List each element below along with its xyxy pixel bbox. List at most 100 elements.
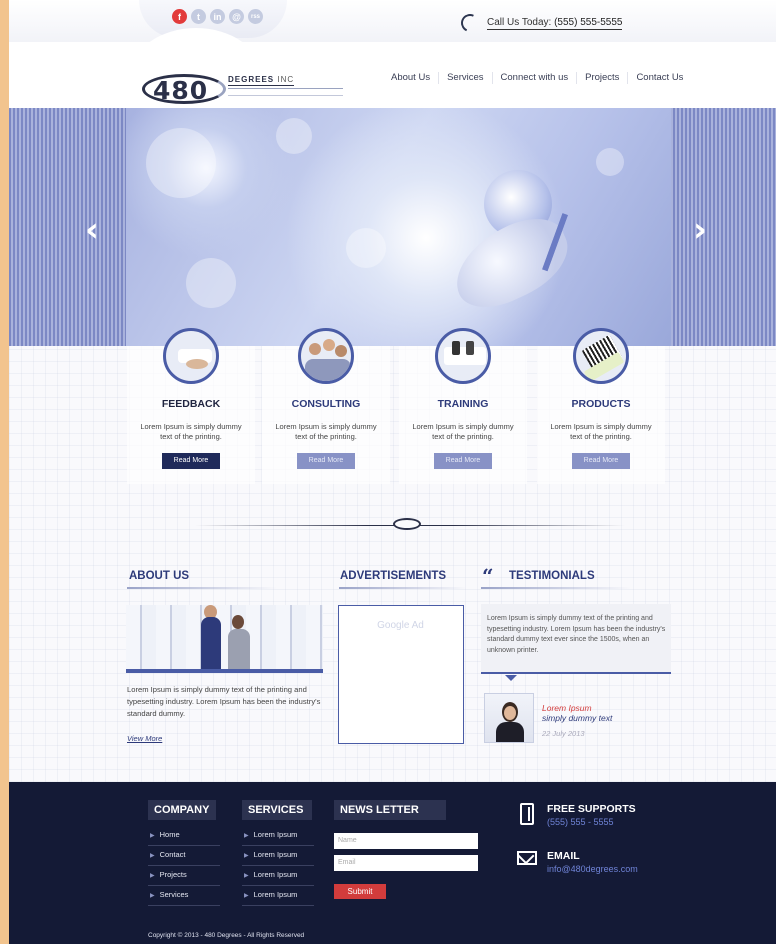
- testimonial-quote-box: Lorem Ipsum is simply dummy text of the …: [481, 604, 671, 674]
- service-feedback: FEEDBACK Lorem Ipsum is simply dummy tex…: [127, 328, 255, 484]
- envelope-icon: [517, 847, 537, 865]
- service-title: TRAINING: [437, 398, 489, 410]
- nav-connect-with-us[interactable]: Connect with us: [491, 72, 577, 84]
- copyright: Copyright © 2013 - 480 Degrees - All Rig…: [148, 932, 305, 939]
- slider-prev-arrow[interactable]: ‹: [85, 210, 99, 250]
- ads-heading-underline: [339, 587, 467, 589]
- newsletter-email-input[interactable]: Email: [334, 855, 478, 871]
- facebook-icon[interactable]: f: [172, 9, 187, 24]
- phone-icon: [458, 11, 482, 35]
- service-text: Lorem Ipsum is simply dummy text of the …: [275, 422, 377, 441]
- quote-icon: “: [482, 564, 494, 588]
- logo-number: 480: [153, 76, 209, 105]
- about-image: [126, 605, 323, 673]
- nav-contact-us[interactable]: Contact Us: [627, 72, 691, 84]
- quote-pointer: [505, 675, 517, 681]
- nav-about-us[interactable]: About Us: [383, 72, 438, 84]
- service-title: PRODUCTS: [571, 398, 631, 410]
- logo-text: DEGREES INC: [228, 75, 295, 86]
- read-more-button[interactable]: Read More: [162, 453, 220, 469]
- training-image: [435, 328, 491, 384]
- email-title: EMAIL: [547, 850, 580, 862]
- footer-link-projects[interactable]: Projects: [148, 866, 220, 886]
- service-title: CONSULTING: [291, 398, 361, 410]
- person-body: [201, 617, 221, 673]
- testimonial-date: 22 July 2013: [542, 729, 585, 738]
- support-phone[interactable]: (555) 555 - 5555: [547, 817, 614, 827]
- person-body: [228, 629, 250, 673]
- service-consulting: CONSULTING Lorem Ipsum is simply dummy t…: [262, 328, 390, 484]
- about-heading-underline: [127, 587, 277, 589]
- about-heading: ABOUT US: [129, 570, 190, 582]
- bokeh-circle: [346, 228, 386, 268]
- testimonials-heading-underline: [481, 587, 631, 589]
- top-bar: [9, 0, 776, 42]
- footer-newsletter-heading: NEWS LETTER: [334, 800, 446, 820]
- read-more-button[interactable]: Read More: [572, 453, 630, 469]
- call-number: (555) 555-5555: [554, 16, 623, 28]
- divider-ornament: [393, 518, 421, 530]
- nav-projects[interactable]: Projects: [576, 72, 627, 84]
- service-text: Lorem Ipsum is simply dummy text of the …: [412, 422, 514, 441]
- call-text[interactable]: Call Us Today: (555) 555-5555: [487, 16, 623, 30]
- logo-suffix: INC: [277, 75, 295, 84]
- phone-icon: [520, 803, 534, 825]
- ad-slot[interactable]: Google Ad: [338, 605, 464, 744]
- footer-service-link[interactable]: Lorem Ipsum: [242, 886, 314, 906]
- rss-icon[interactable]: rss: [248, 9, 263, 24]
- logo-lines: [228, 88, 343, 96]
- hero-slide-image: [126, 108, 671, 346]
- bokeh-circle: [596, 148, 624, 176]
- ads-heading: ADVERTISEMENTS: [340, 570, 447, 582]
- footer-link-services[interactable]: Services: [148, 886, 220, 906]
- main-nav: About Us Services Connect with us Projec…: [383, 72, 691, 84]
- linkedin-icon[interactable]: in: [210, 9, 225, 24]
- testimonial-name: Lorem Ipsum: [542, 703, 592, 713]
- footer-service-link[interactable]: Lorem Ipsum: [242, 826, 314, 846]
- testimonial-avatar: [484, 693, 534, 743]
- read-more-button[interactable]: Read More: [434, 453, 492, 469]
- feedback-image: [163, 328, 219, 384]
- logo-word: DEGREES: [228, 75, 275, 84]
- service-text: Lorem Ipsum is simply dummy text of the …: [550, 422, 652, 441]
- newsletter-name-input[interactable]: Name: [334, 833, 478, 849]
- person-head: [232, 615, 244, 629]
- ad-placeholder: Google Ad: [377, 620, 424, 631]
- nav-services[interactable]: Services: [438, 72, 491, 84]
- service-title: FEEDBACK: [161, 398, 221, 410]
- bokeh-circle: [276, 118, 312, 154]
- footer-link-home[interactable]: Home: [148, 826, 220, 846]
- footer-service-link[interactable]: Lorem Ipsum: [242, 846, 314, 866]
- about-text: Lorem Ipsum is simply dummy text of the …: [127, 685, 321, 718]
- slider-next-arrow[interactable]: ›: [693, 210, 707, 250]
- footer-link-contact[interactable]: Contact: [148, 846, 220, 866]
- call-label: Call Us Today:: [487, 16, 552, 28]
- footer-company-heading: COMPANY: [148, 800, 216, 820]
- newsletter-submit-button[interactable]: Submit: [334, 884, 386, 899]
- avatar-body: [496, 722, 524, 742]
- service-text: Lorem Ipsum is simply dummy text of the …: [140, 422, 242, 441]
- footer-services-heading: SERVICES: [242, 800, 312, 820]
- products-image: [573, 328, 629, 384]
- twitter-icon[interactable]: t: [191, 9, 206, 24]
- read-more-button[interactable]: Read More: [297, 453, 355, 469]
- testimonial-text: Lorem Ipsum is simply dummy text of the …: [487, 615, 666, 654]
- testimonial-subtitle: simply dummy text: [542, 713, 613, 723]
- logo[interactable]: 480 DEGREES INC: [142, 70, 347, 106]
- call-us: Call Us Today: (555) 555-5555: [458, 11, 623, 35]
- service-products: PRODUCTS Lorem Ipsum is simply dummy tex…: [537, 328, 665, 484]
- email-address[interactable]: info@480degrees.com: [547, 864, 638, 874]
- consulting-image: [298, 328, 354, 384]
- testimonials-heading: TESTIMONIALS: [509, 570, 595, 582]
- service-training: TRAINING Lorem Ipsum is simply dummy tex…: [399, 328, 527, 484]
- support-title: FREE SUPPORTS: [547, 803, 636, 815]
- email-icon[interactable]: @: [229, 9, 244, 24]
- image-underline: [126, 669, 323, 673]
- footer-service-link[interactable]: Lorem Ipsum: [242, 866, 314, 886]
- page: f t in @ rss Call Us Today: (555) 555-55…: [9, 0, 776, 944]
- social-links: f t in @ rss: [172, 9, 263, 24]
- bokeh-circle: [186, 258, 236, 308]
- view-more-link[interactable]: View More: [127, 734, 162, 743]
- bokeh-circle: [146, 128, 216, 198]
- avatar-face: [504, 706, 516, 720]
